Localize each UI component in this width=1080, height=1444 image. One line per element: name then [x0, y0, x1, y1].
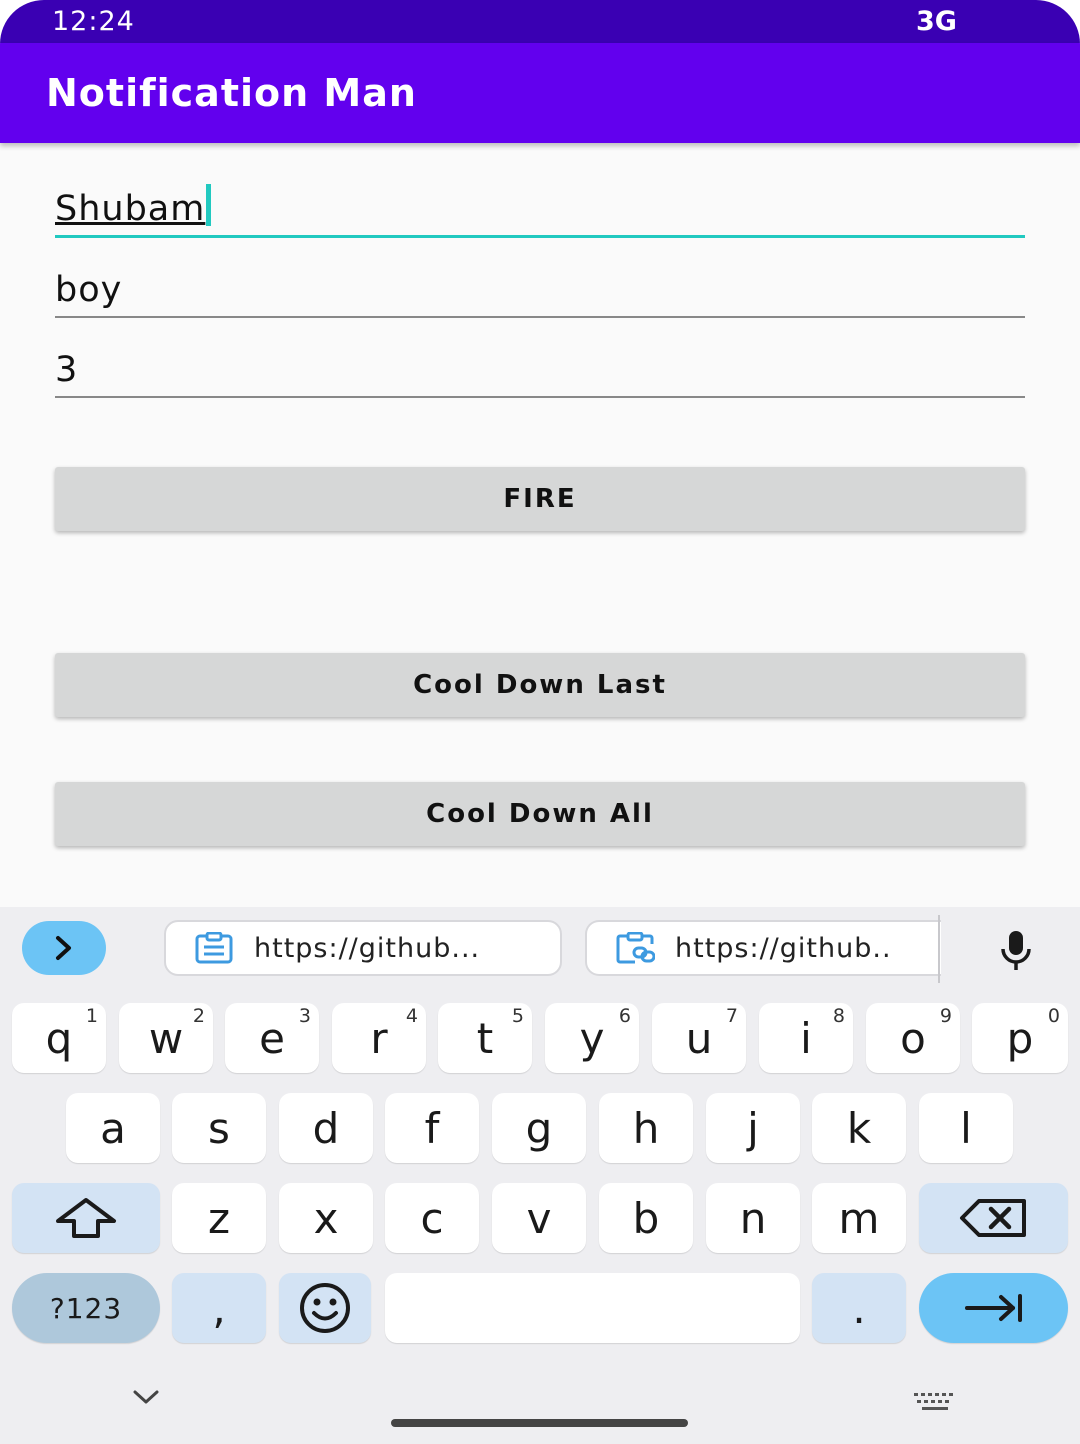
- key-label: r: [370, 1013, 388, 1063]
- key-i[interactable]: i8: [759, 1003, 853, 1073]
- key-hint: 7: [725, 1005, 738, 1027]
- key-hint: 3: [298, 1005, 311, 1027]
- chevron-down-icon[interactable]: [132, 1387, 160, 1407]
- title-input[interactable]: Shubam: [55, 178, 1025, 238]
- key-j[interactable]: j: [706, 1093, 800, 1163]
- key-a[interactable]: a: [66, 1093, 160, 1163]
- key-label: t: [476, 1013, 494, 1063]
- clipboard-suggestion[interactable]: https://github...: [164, 920, 562, 976]
- key-t[interactable]: t5: [438, 1003, 532, 1073]
- key-label: i: [800, 1013, 812, 1063]
- title-input-value: Shubam: [55, 189, 206, 229]
- key-x[interactable]: x: [279, 1183, 373, 1253]
- space-key[interactable]: [385, 1273, 800, 1343]
- keyboard-icon[interactable]: [912, 1391, 958, 1415]
- clipboard-link-suggestion-text: https://github..: [675, 932, 892, 964]
- text-input[interactable]: boy: [55, 258, 1025, 318]
- key-c[interactable]: c: [385, 1183, 479, 1253]
- key-hint: 8: [832, 1005, 845, 1027]
- count-input[interactable]: 3: [55, 338, 1025, 398]
- app-title: Notification Man: [46, 71, 417, 115]
- key-label: u: [685, 1013, 713, 1063]
- key-h[interactable]: h: [599, 1093, 693, 1163]
- network-indicator: 3G: [916, 6, 957, 37]
- emoji-icon: [300, 1283, 350, 1333]
- key-label: e: [259, 1013, 285, 1063]
- next-field-key[interactable]: [919, 1273, 1068, 1343]
- clipboard-icon: [195, 932, 233, 964]
- soft-keyboard: https://github... https://github.. q1 w2…: [0, 907, 1080, 1444]
- key-n[interactable]: n: [706, 1183, 800, 1253]
- key-hint: 0: [1047, 1005, 1060, 1027]
- suggestion-divider: [938, 915, 940, 983]
- key-m[interactable]: m: [812, 1183, 906, 1253]
- emoji-key[interactable]: [279, 1273, 371, 1343]
- app-bar: Notification Man: [0, 43, 1080, 143]
- tab-enter-icon: [964, 1294, 1022, 1322]
- comma-key[interactable]: ,: [172, 1273, 266, 1343]
- backspace-icon: [959, 1199, 1026, 1237]
- key-label: w: [148, 1013, 184, 1063]
- key-hint: 4: [405, 1005, 418, 1027]
- key-f[interactable]: f: [385, 1093, 479, 1163]
- status-bar: 12:24 3G: [0, 0, 1080, 43]
- key-d[interactable]: d: [279, 1093, 373, 1163]
- key-hint: 5: [511, 1005, 524, 1027]
- key-hint: 6: [618, 1005, 631, 1027]
- status-time: 12:24: [52, 6, 135, 37]
- key-o[interactable]: o9: [866, 1003, 960, 1073]
- key-q[interactable]: q1: [12, 1003, 106, 1073]
- backspace-key[interactable]: [919, 1183, 1068, 1253]
- key-b[interactable]: b: [599, 1183, 693, 1253]
- key-u[interactable]: u7: [652, 1003, 746, 1073]
- key-z[interactable]: z: [172, 1183, 266, 1253]
- period-key[interactable]: .: [812, 1273, 906, 1343]
- microphone-icon[interactable]: [996, 929, 1036, 973]
- key-w[interactable]: w2: [119, 1003, 213, 1073]
- key-hint: 2: [192, 1005, 205, 1027]
- symbols-key[interactable]: ?123: [12, 1273, 160, 1343]
- toolbar-expand-button[interactable]: [22, 921, 106, 975]
- count-input-value: 3: [55, 350, 79, 390]
- key-label: y: [579, 1013, 605, 1063]
- text-cursor: [206, 184, 212, 226]
- cool-down-last-button[interactable]: Cool Down Last: [55, 653, 1025, 717]
- key-label: q: [45, 1013, 73, 1063]
- key-l[interactable]: l: [919, 1093, 1013, 1163]
- key-e[interactable]: e3: [225, 1003, 319, 1073]
- key-g[interactable]: g: [492, 1093, 586, 1163]
- device-screen: 12:24 3G Notification Man Shubam boy 3 F…: [0, 0, 1080, 1444]
- key-label: o: [900, 1013, 926, 1063]
- key-y[interactable]: y6: [545, 1003, 639, 1073]
- key-label: p: [1006, 1013, 1034, 1063]
- fire-button[interactable]: FIRE: [55, 467, 1025, 531]
- key-r[interactable]: r4: [332, 1003, 426, 1073]
- chevron-right-icon: [56, 936, 71, 960]
- shift-key[interactable]: [12, 1183, 160, 1253]
- clipboard-link-icon: [616, 932, 655, 964]
- shift-icon: [56, 1198, 116, 1238]
- text-input-value: boy: [55, 270, 123, 310]
- key-s[interactable]: s: [172, 1093, 266, 1163]
- key-p[interactable]: p0: [972, 1003, 1068, 1073]
- key-v[interactable]: v: [492, 1183, 586, 1253]
- clipboard-link-suggestion[interactable]: https://github..: [585, 920, 941, 976]
- cool-down-all-button[interactable]: Cool Down All: [55, 782, 1025, 846]
- key-hint: 1: [85, 1005, 98, 1027]
- key-hint: 9: [939, 1005, 952, 1027]
- key-k[interactable]: k: [812, 1093, 906, 1163]
- home-gesture-bar[interactable]: [391, 1419, 688, 1427]
- clipboard-suggestion-text: https://github...: [254, 932, 481, 964]
